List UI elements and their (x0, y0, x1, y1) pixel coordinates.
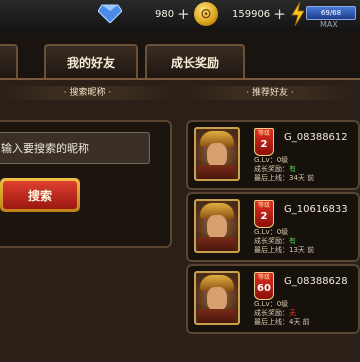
tab-growth-rewards[interactable]: 成长奖励 (145, 44, 245, 78)
player-info: G.Lv：0级 成长奖励：有 最后上线：13天 前 (254, 228, 315, 254)
player-name: G_08388612 (284, 132, 348, 143)
hero-avatar (194, 199, 240, 253)
tab-bar: 我的好友 成长奖励 (0, 44, 360, 78)
player-name: G_10616833 (284, 204, 348, 215)
friend-card[interactable]: 等级 60 G_08388628 G.Lv：0级 成长奖励：无 最后上线：4天 … (186, 264, 360, 334)
hero-avatar (194, 127, 240, 181)
friend-card[interactable]: 等级 2 G_10616833 G.Lv：0级 成长奖励：有 最后上线：13天 … (186, 192, 360, 262)
gold-count: 159906 (232, 8, 271, 20)
player-info: G.Lv：0级 成长奖励：无 最后上线：4天 前 (254, 300, 310, 326)
gold-coin-icon: ⊙ (194, 2, 218, 26)
search-button-label: 搜索 (3, 181, 77, 209)
friend-card[interactable]: 等级 2 G_08388612 G.Lv：0级 成长奖励：有 最后上线：34天 … (186, 120, 360, 190)
player-name: G_08388628 (284, 276, 348, 287)
tab-my-friends[interactable]: 我的好友 (44, 44, 138, 78)
add-gems-button[interactable]: + (177, 6, 190, 22)
recommend-section-title: · 推荐好友 · (185, 86, 355, 100)
nickname-search-input[interactable]: 输入要搜索的昵称 (0, 132, 150, 164)
energy-max-label: MAX (320, 20, 338, 29)
top-resource-bar: 980 + ⊙ 159906 + 69/68 MAX (0, 0, 360, 30)
level-badge: 等级 60 (254, 272, 274, 300)
level-badge: 等级 2 (254, 128, 274, 156)
lightning-icon (291, 2, 305, 26)
diamond-icon (98, 4, 122, 23)
search-button[interactable]: 搜索 (0, 178, 80, 212)
gold-counter: 159906 + (232, 4, 286, 24)
player-info: G.Lv：0级 成长奖励：有 最后上线：34天 前 (254, 156, 315, 182)
gem-count: 980 (155, 8, 175, 20)
add-gold-button[interactable]: + (273, 6, 286, 22)
energy-bar: 69/68 (306, 6, 356, 20)
level-badge: 等级 2 (254, 200, 274, 228)
gem-counter: 980 + (155, 4, 190, 24)
hero-avatar (194, 271, 240, 325)
tab-hidden[interactable] (0, 44, 18, 78)
search-section-title: · 搜索昵称 · (0, 86, 175, 100)
